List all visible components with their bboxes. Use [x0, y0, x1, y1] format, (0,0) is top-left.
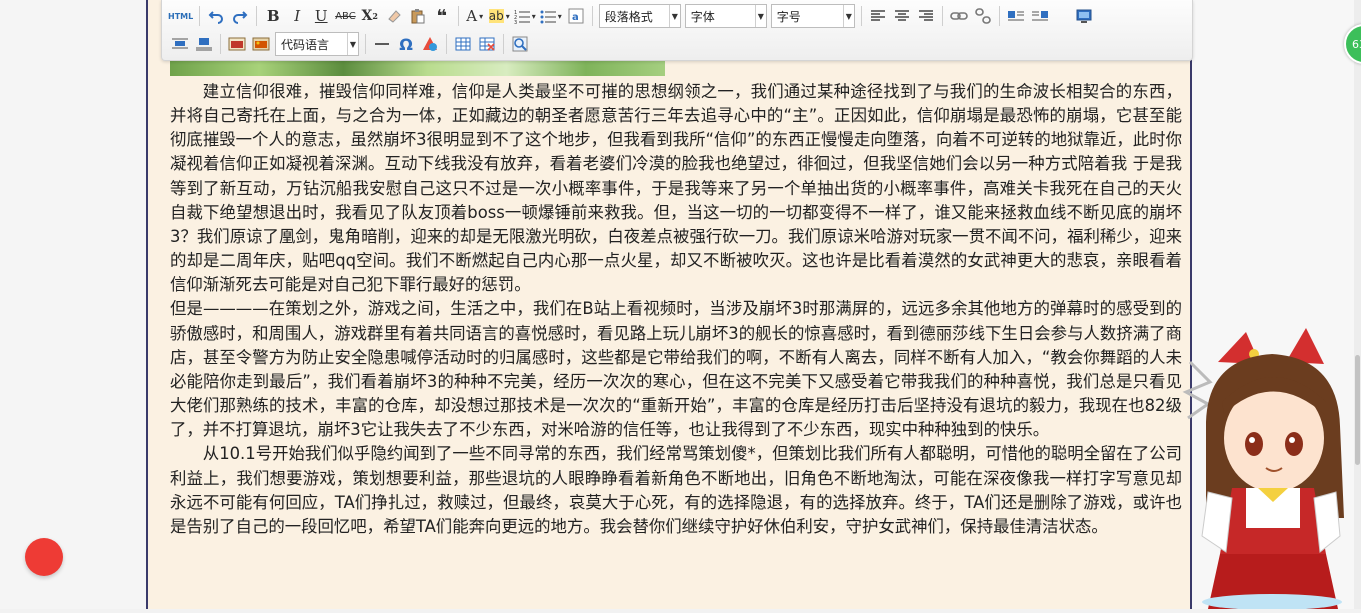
preview-icon[interactable] — [1074, 5, 1094, 27]
post-content[interactable]: 建立信仰很难，摧毁信仰同样难，信仰是人类最坚不可摧的思想纲领之一，我们通过某种途… — [170, 80, 1182, 539]
undo-icon[interactable] — [206, 5, 226, 27]
left-background — [0, 0, 146, 609]
toolbar-row-2: 代码语言 ▼ Ω — [162, 30, 532, 58]
html-label: HTML — [168, 11, 194, 21]
align-left-icon[interactable] — [868, 5, 888, 27]
toolbar-separator — [941, 6, 943, 26]
editor-toolbar: HTML B I U ABC X2 ❝ A ▾ ab ▾ 1 2 3 ▾ ▾ a 段落格式… — [161, 0, 1193, 61]
floating-action-button[interactable] — [25, 538, 63, 576]
insert-table-icon[interactable] — [453, 33, 473, 55]
toolbar-separator — [256, 6, 258, 26]
special-char-icon[interactable]: Ω — [396, 33, 416, 55]
image-center-icon[interactable] — [170, 33, 190, 55]
scrollbar-track[interactable] — [1354, 0, 1361, 609]
align-center-icon[interactable] — [892, 5, 912, 27]
unordered-list-icon[interactable]: ▾ — [540, 5, 562, 27]
paragraph: 从10.1号开始我们似乎隐约闻到了一些不同寻常的东西，我们经常骂策划傻*，但策划… — [170, 444, 1182, 536]
font-color-icon[interactable]: A ▾ — [465, 5, 485, 27]
chevron-down-icon: ▼ — [668, 5, 680, 27]
paragraph: 但是————在策划之外，游戏之间，生活之中，我们在B站上看视频时，当涉及崩坏3时… — [170, 299, 1182, 440]
underline-icon[interactable]: U — [311, 5, 331, 27]
font-size-select[interactable]: 字号 ▼ — [770, 4, 855, 28]
paragraph-format-select[interactable]: 段落格式 ▼ — [598, 4, 681, 28]
chevron-down-icon: ▼ — [754, 5, 766, 27]
mascot-illustration[interactable] — [1168, 322, 1354, 610]
redo-icon[interactable] — [230, 5, 250, 27]
select-all-icon[interactable]: a — [566, 5, 586, 27]
svg-text:3: 3 — [514, 20, 517, 24]
delete-table-icon[interactable] — [477, 33, 497, 55]
paragraph-format-value: 段落格式 — [604, 9, 653, 24]
chevron-down-icon: ▼ — [347, 33, 358, 55]
image-left-icon[interactable] — [1006, 5, 1026, 27]
html-icon[interactable]: HTML — [168, 5, 193, 27]
toolbar-separator — [199, 6, 201, 26]
superscript-icon[interactable]: X2 — [360, 5, 380, 27]
code-language-select[interactable]: 代码语言 ▼ — [275, 32, 359, 56]
ordered-list-icon[interactable]: 1 2 3 ▾ — [514, 5, 536, 27]
font-family-select[interactable]: 字体 ▼ — [684, 4, 767, 28]
special-char-symbol: Ω — [399, 34, 413, 54]
italic-icon[interactable]: I — [287, 5, 307, 27]
code-language-value: 代码语言 — [281, 37, 330, 52]
svg-text:a: a — [572, 12, 579, 23]
eraser-icon[interactable] — [384, 5, 404, 27]
badge-count: 63 — [1352, 37, 1361, 51]
toolbar-separator — [365, 34, 366, 54]
chevron-down-icon: ▼ — [842, 5, 854, 27]
toolbar-separator — [860, 6, 862, 26]
image-inline-icon[interactable] — [194, 33, 214, 55]
toolbar-row-1: HTML B I U ABC X2 ❝ A ▾ ab ▾ 1 2 3 ▾ ▾ a 段落格式… — [162, 2, 1096, 30]
align-right-icon[interactable] — [916, 5, 936, 27]
horizontal-rule-icon[interactable] — [372, 33, 392, 55]
image-right-icon[interactable] — [1030, 5, 1050, 27]
unlink-icon[interactable] — [973, 5, 993, 27]
insert-image-icon[interactable] — [227, 33, 247, 55]
toolbar-separator — [591, 6, 593, 26]
toolbar-separator — [503, 34, 504, 54]
scrollbar-thumb[interactable] — [1355, 355, 1360, 465]
font-size-value: 字号 — [776, 9, 801, 24]
toolbar-separator — [220, 34, 221, 54]
insert-picture-icon[interactable] — [251, 33, 271, 55]
bold-icon[interactable]: B — [263, 5, 283, 27]
link-icon[interactable] — [949, 5, 969, 27]
toolbar-separator — [457, 6, 459, 26]
toolbar-separator — [998, 6, 1000, 26]
quote-icon[interactable]: ❝ — [432, 5, 452, 27]
highlight-icon[interactable]: ab ▾ — [488, 5, 510, 27]
font-family-value: 字体 — [690, 9, 715, 24]
toolbar-separator — [446, 34, 447, 54]
strikethrough-icon[interactable]: ABC — [335, 5, 356, 27]
clear-format-icon[interactable] — [420, 33, 440, 55]
paste-icon[interactable] — [408, 5, 428, 27]
search-icon[interactable] — [510, 33, 530, 55]
paragraph: 建立信仰很难，摧毁信仰同样难，信仰是人类最坚不可摧的思想纲领之一，我们通过某种途… — [170, 82, 1182, 295]
embedded-image — [170, 60, 665, 76]
